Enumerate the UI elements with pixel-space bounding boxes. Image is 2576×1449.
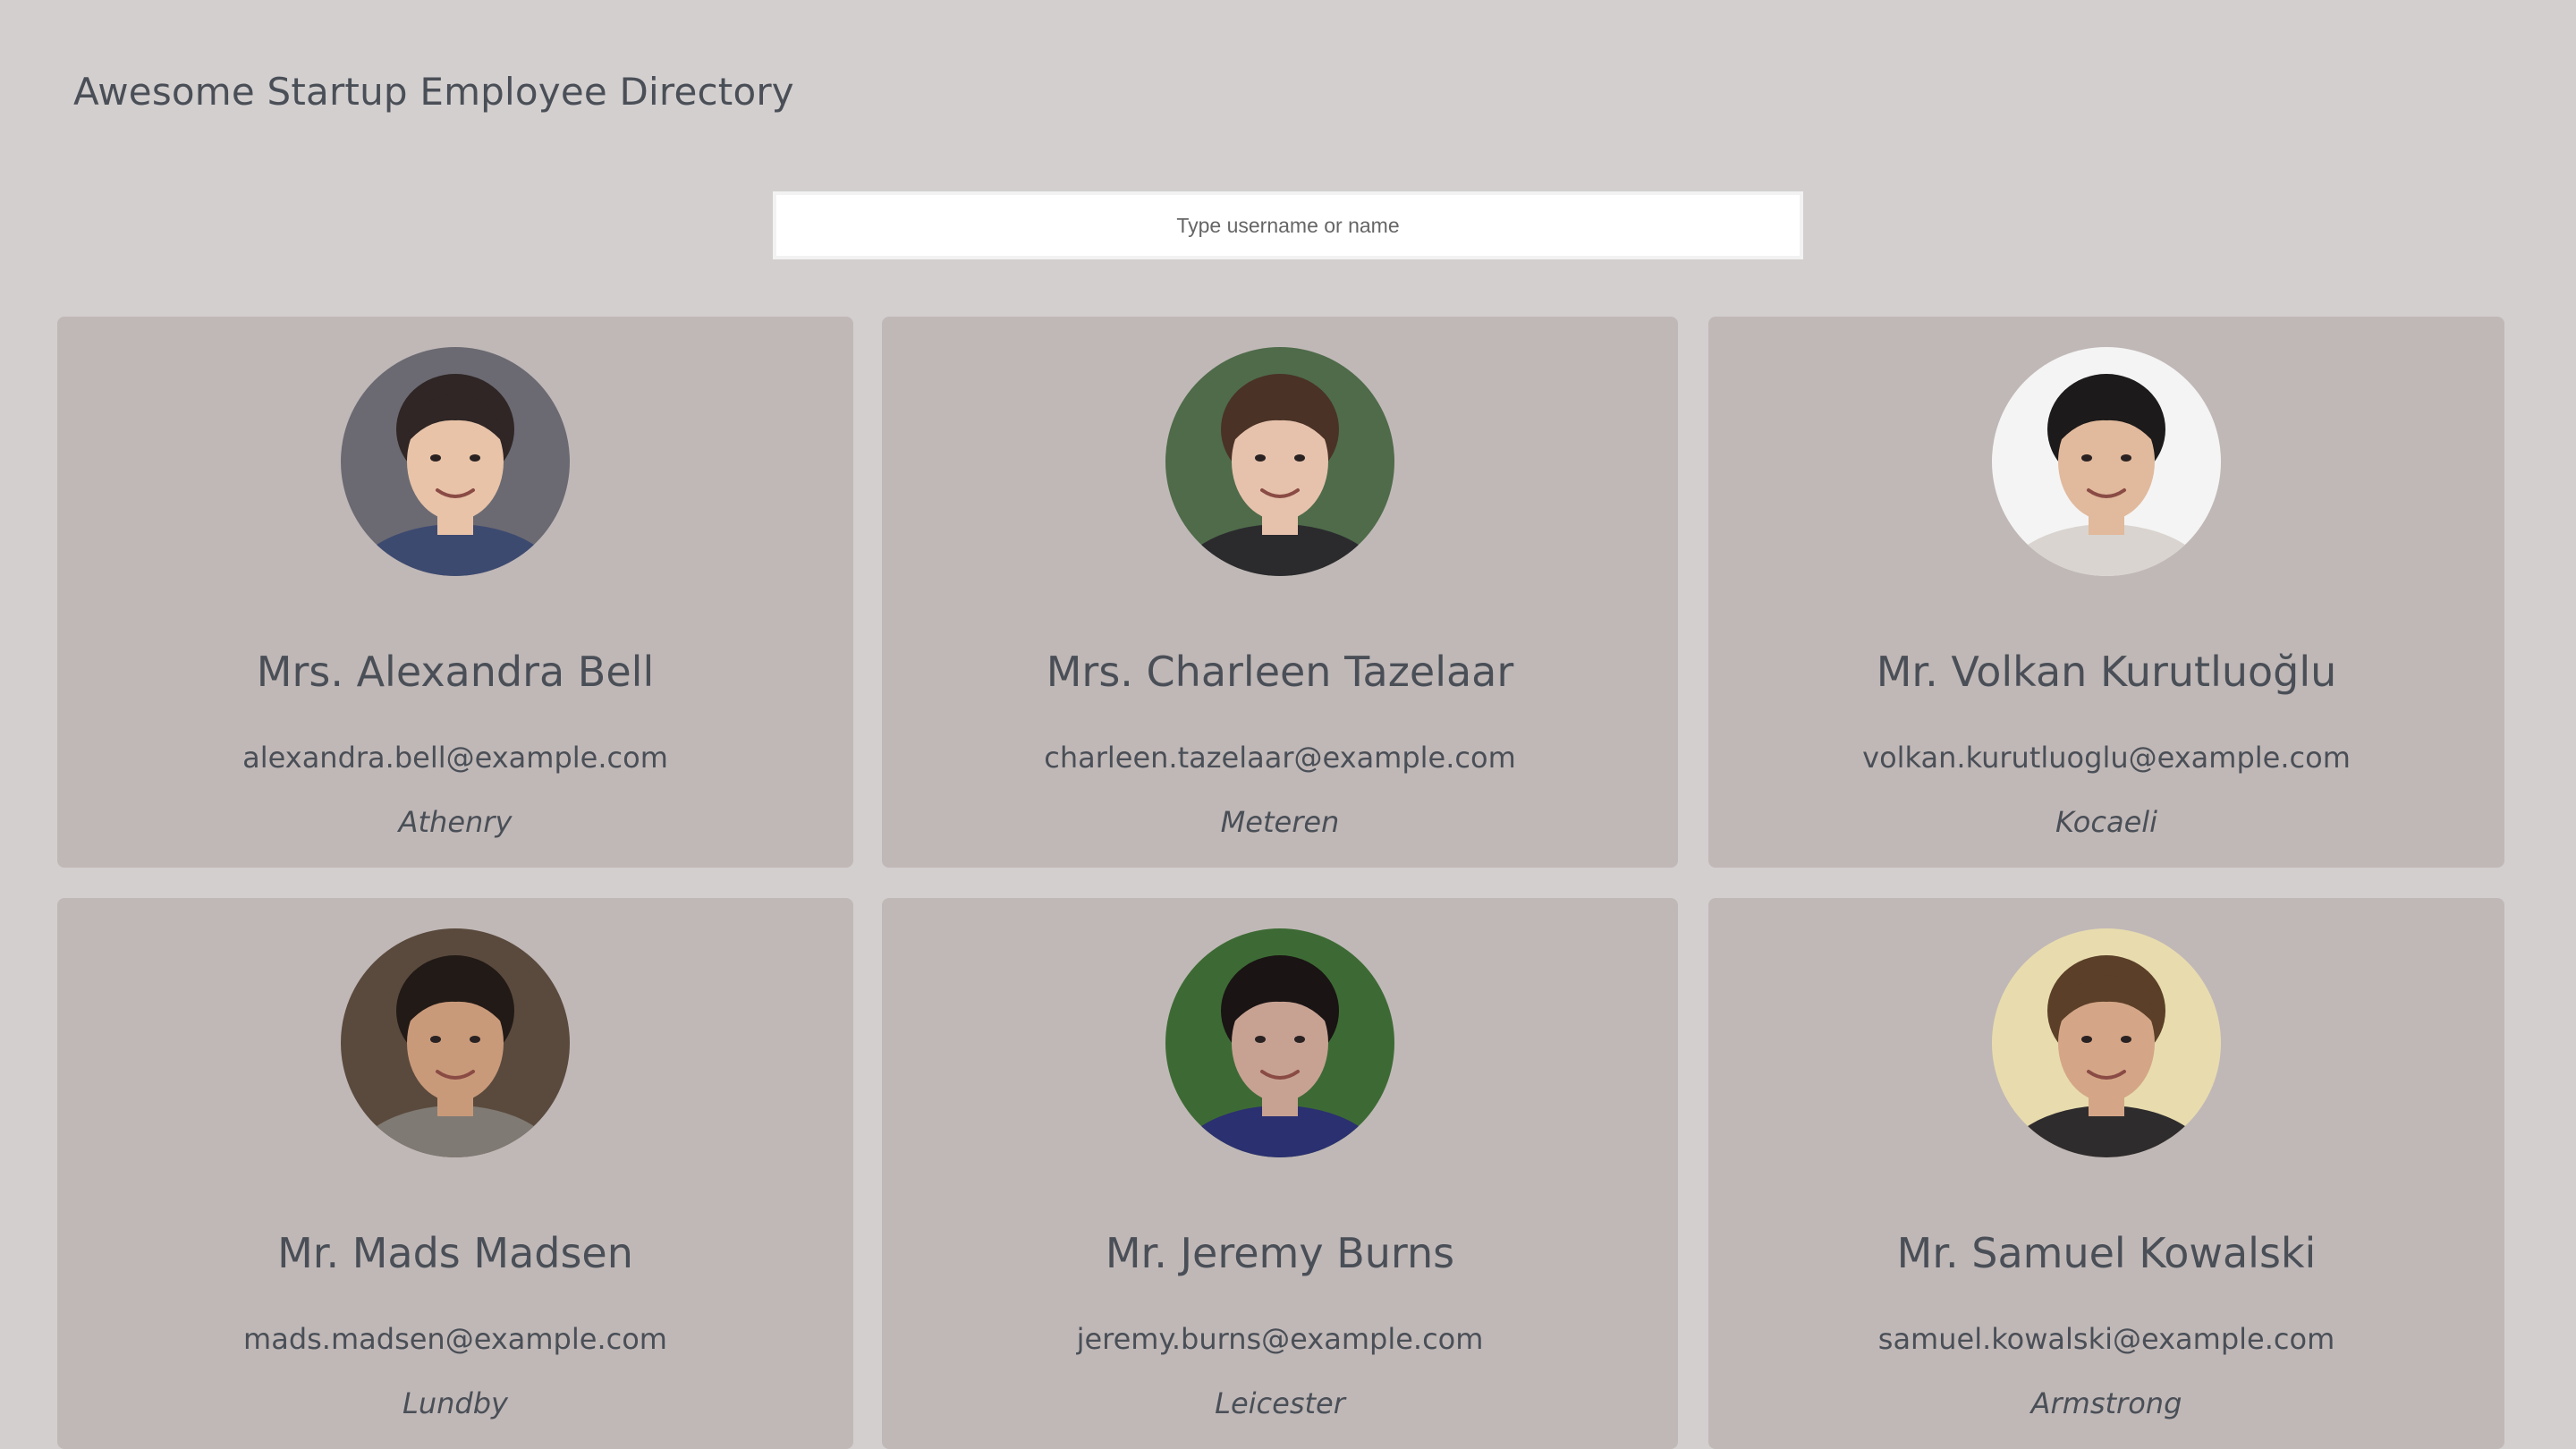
employee-email: volkan.kurutluoglu@example.com bbox=[1862, 741, 2351, 775]
employee-name: Mr. Mads Madsen bbox=[277, 1229, 633, 1277]
avatar-photo bbox=[1165, 928, 1394, 1157]
avatar bbox=[341, 347, 570, 576]
employee-card[interactable]: Mr. Volkan Kurutluoğlu volkan.kurutluogl… bbox=[1708, 317, 2504, 868]
avatar-photo bbox=[1992, 347, 2221, 576]
employee-name: Mrs. Charleen Tazelaar bbox=[1046, 648, 1514, 696]
employee-city: Athenry bbox=[398, 805, 513, 839]
employee-card[interactable]: Mr. Mads Madsen mads.madsen@example.com … bbox=[57, 898, 853, 1449]
avatar-photo bbox=[341, 347, 570, 576]
employee-card[interactable]: Mrs. Charleen Tazelaar charleen.tazelaar… bbox=[882, 317, 1678, 868]
employee-city: Kocaeli bbox=[2055, 805, 2158, 839]
avatar-photo bbox=[1165, 347, 1394, 576]
employee-name: Mrs. Alexandra Bell bbox=[256, 648, 655, 696]
employee-card[interactable]: Mrs. Alexandra Bell alexandra.bell@examp… bbox=[57, 317, 853, 868]
employee-card[interactable]: Mr. Samuel Kowalski samuel.kowalski@exam… bbox=[1708, 898, 2504, 1449]
employee-email: mads.madsen@example.com bbox=[243, 1322, 667, 1356]
employee-name: Mr. Jeremy Burns bbox=[1105, 1229, 1455, 1277]
avatar bbox=[1992, 928, 2221, 1157]
avatar bbox=[1165, 928, 1394, 1157]
avatar-photo bbox=[341, 928, 570, 1157]
employee-city: Armstrong bbox=[2030, 1386, 2182, 1420]
avatar-photo bbox=[1992, 928, 2221, 1157]
page-title: Awesome Startup Employee Directory bbox=[73, 70, 794, 114]
avatar bbox=[341, 928, 570, 1157]
employee-email: samuel.kowalski@example.com bbox=[1877, 1322, 2335, 1356]
avatar bbox=[1992, 347, 2221, 576]
employee-city: Lundby bbox=[402, 1386, 508, 1420]
avatar bbox=[1165, 347, 1394, 576]
employee-name: Mr. Samuel Kowalski bbox=[1896, 1229, 2317, 1277]
employee-card[interactable]: Mr. Jeremy Burns jeremy.burns@example.co… bbox=[882, 898, 1678, 1449]
employee-email: charleen.tazelaar@example.com bbox=[1044, 741, 1516, 775]
employee-name: Mr. Volkan Kurutluoğlu bbox=[1876, 648, 2337, 696]
employee-city: Leicester bbox=[1215, 1386, 1345, 1420]
employee-city: Meteren bbox=[1220, 805, 1340, 839]
employee-email: alexandra.bell@example.com bbox=[242, 741, 668, 775]
search-input[interactable] bbox=[773, 191, 1803, 259]
employee-email: jeremy.burns@example.com bbox=[1076, 1322, 1484, 1356]
